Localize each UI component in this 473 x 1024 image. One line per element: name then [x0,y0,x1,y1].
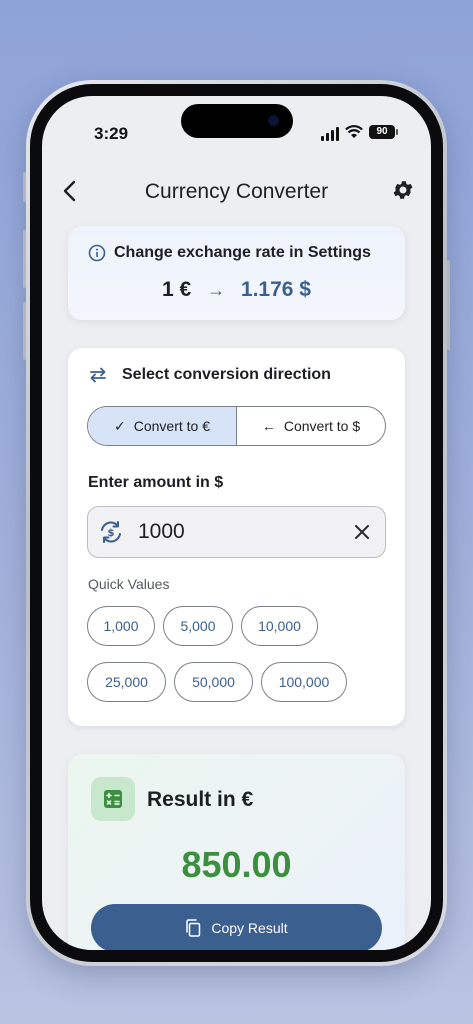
rate-to: 1.176 $ [240,278,311,301]
arrow-left-icon: ← [261,418,276,434]
quick-value-chip[interactable]: 5,000 [163,606,233,646]
dynamic-island [181,104,293,138]
segment-label: Convert to $ [283,418,361,434]
svg-text:$: $ [108,528,115,539]
arrow-right-icon: → [207,280,226,300]
convert-to-eur-button[interactable]: ✓ Convert to € [88,407,237,445]
converter-card: Select conversion direction ✓ Convert to… [68,348,405,726]
direction-label: Select conversion direction [122,366,331,383]
exchange-rate-card: Change exchange rate in Settings 1 € → 1… [68,226,405,320]
close-icon[interactable] [351,521,373,543]
battery-icon: 90 [369,125,398,139]
amount-label: Enter amount in $ [88,474,224,491]
content-scroll[interactable]: Change exchange rate in Settings 1 € → 1… [42,220,431,950]
currency-exchange-icon: $ [101,521,121,543]
status-time: 3:29 [94,124,129,143]
volume-down-button [23,302,26,360]
quick-value-chip[interactable]: 10,000 [241,606,318,646]
status-bar: 3:29 90 [42,96,431,160]
amount-value: 1000 [138,520,185,543]
rate-from: 1 € [162,278,192,301]
info-text: Change exchange rate in Settings [114,244,371,261]
result-value: 850.00 [181,844,292,885]
signal-icon [321,127,341,141]
phone-frame: 3:29 90 Currency Converter Change exchan… [23,80,450,966]
copy-icon [186,919,201,937]
info-icon [88,244,106,262]
mute-switch [23,172,26,202]
segment-label: Convert to € [133,418,210,434]
convert-to-usd-button[interactable]: ← Convert to $ [237,407,385,445]
app-screen: 3:29 90 Currency Converter Change exchan… [42,96,431,950]
result-title: Result in € [147,788,254,811]
copy-result-button[interactable]: Copy Result [91,904,382,950]
quick-value-chip[interactable]: 25,000 [87,662,166,702]
direction-segmented-control: ✓ Convert to € ← Convert to $ [87,406,386,446]
gear-icon[interactable] [391,178,415,202]
amount-input[interactable]: $ 1000 [87,506,386,558]
result-card: Result in € 850.00 Copy Result [68,754,405,950]
exchange-rate: 1 € → 1.176 $ [68,278,405,302]
calculator-icon [91,777,135,821]
check-icon: ✓ [114,417,126,434]
swap-arrows-icon [90,367,106,383]
wifi-icon [345,125,363,138]
copy-result-label: Copy Result [211,920,288,936]
quick-value-chip[interactable]: 100,000 [261,662,347,702]
quick-value-chip[interactable]: 1,000 [87,606,155,646]
volume-up-button [23,230,26,288]
quick-values-label: Quick Values [88,576,170,592]
page-title: Currency Converter [144,180,329,203]
power-button [447,260,450,350]
quick-value-chip[interactable]: 50,000 [174,662,253,702]
